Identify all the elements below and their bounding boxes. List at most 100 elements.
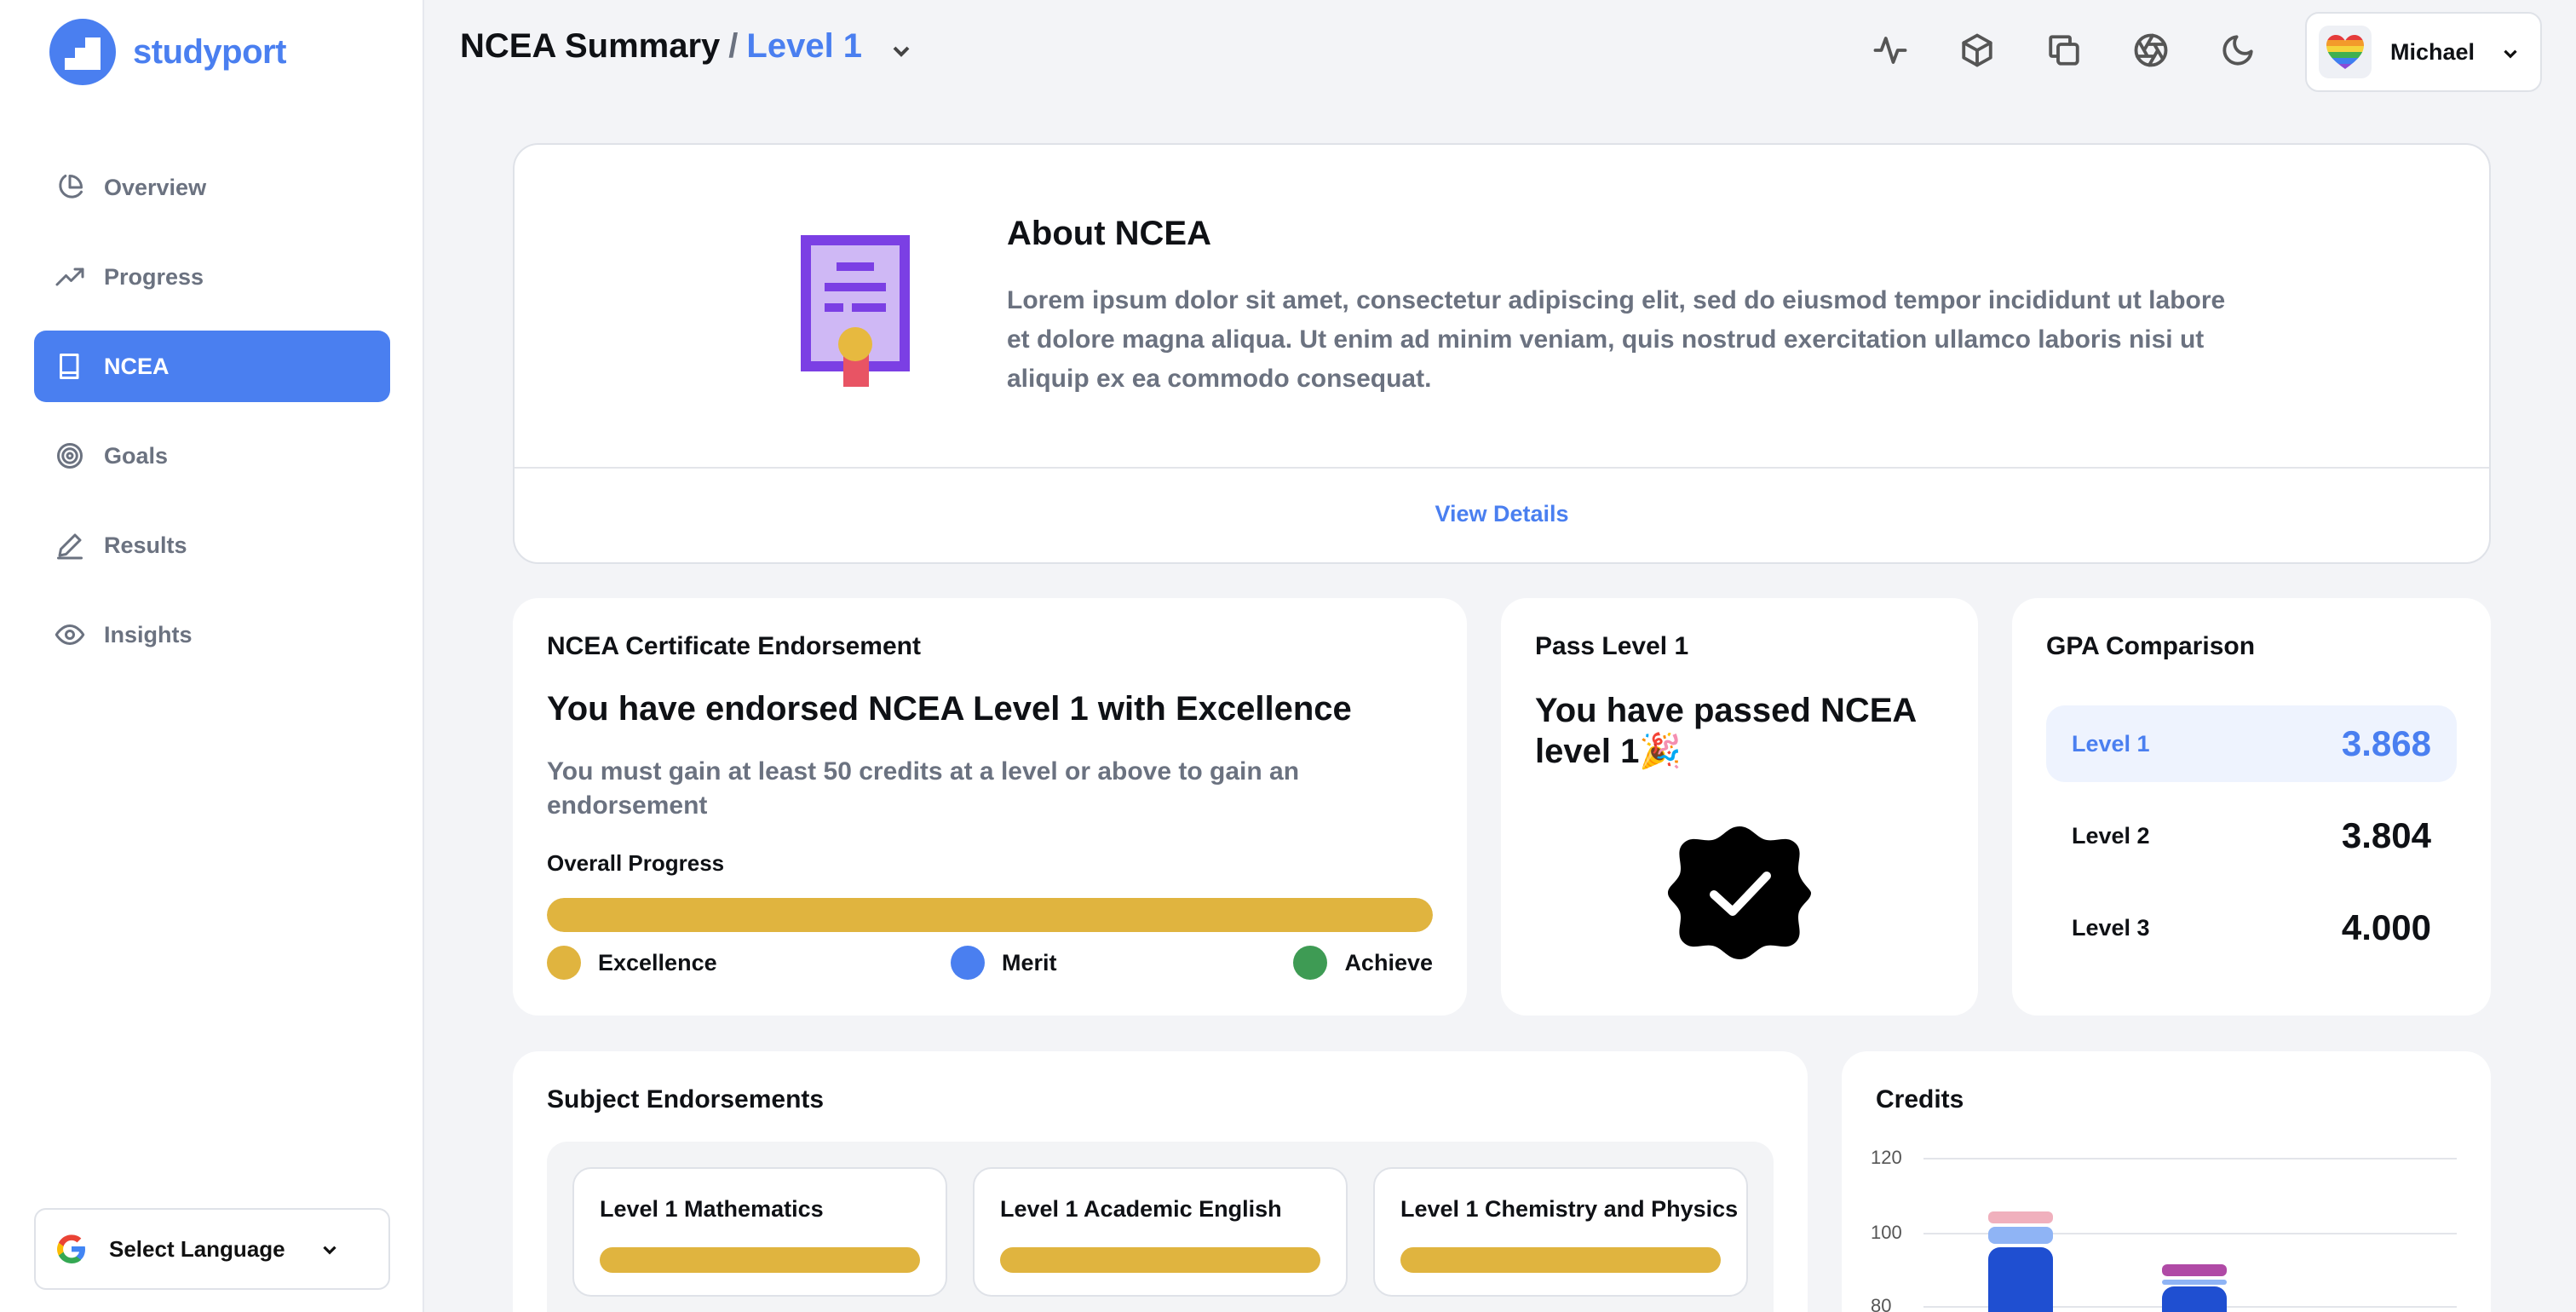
user-name: Michael (2390, 38, 2475, 65)
legend-dot (1293, 946, 1328, 980)
view-details-link[interactable]: View Details (515, 501, 2489, 527)
book-icon (60, 354, 79, 379)
sidebar-item-overview[interactable]: Overview (34, 152, 390, 223)
language-select-label: Select Language (109, 1235, 285, 1262)
y-tick-label: 120 (1871, 1147, 1902, 1168)
card-heading: Subject Endorsements (547, 1085, 825, 1113)
pie-chart-icon (59, 175, 83, 199)
about-title: About NCEA (1007, 215, 1211, 252)
bar-segment-merit (1988, 1227, 2053, 1244)
gpa-row-level-2[interactable]: Level 2 3.804 (2046, 797, 2457, 874)
subject-card-chemistry-physics[interactable]: Level 1 Chemistry and Physics (1373, 1167, 1748, 1297)
bar-segment-merit (2162, 1280, 2227, 1285)
sidebar-item-label: NCEA (104, 353, 170, 379)
card-heading: NCEA Certificate Endorsement (547, 632, 921, 660)
subject-title: Level 1 Chemistry and Physics (1400, 1196, 1739, 1222)
legend-label: Achieve (1344, 949, 1433, 975)
chevron-down-icon (2504, 49, 2517, 59)
card-heading: GPA Comparison (2046, 632, 2256, 660)
about-description: Lorem ipsum dolor sit amet, consectetur … (1007, 286, 2226, 393)
subject-list: Level 1 Mathematics Level 1 Academic Eng… (547, 1142, 1774, 1312)
card-heading: Pass Level 1 (1535, 632, 1689, 660)
legend-dot (547, 946, 581, 980)
subject-progress-bar (1000, 1247, 1320, 1273)
y-tick-label: 100 (1871, 1222, 1902, 1243)
avatar (2319, 26, 2372, 78)
sidebar-item-goals[interactable]: Goals (34, 420, 390, 492)
legend-excellence: Excellence (547, 946, 717, 980)
copy-icon[interactable] (2046, 32, 2082, 68)
gpa-value: 3.804 (2341, 815, 2431, 855)
chevron-down-icon[interactable] (888, 37, 915, 65)
bar-segment-achieve (2162, 1264, 2227, 1276)
about-ncea-card: About NCEA Lorem ipsum dolor sit amet, c… (513, 143, 2491, 564)
pen-icon (57, 533, 83, 560)
sidebar-item-label: Results (104, 532, 187, 558)
box-icon[interactable] (1959, 32, 1995, 68)
certificate-icon (801, 235, 910, 387)
certificate-endorsement-card: NCEA Certificate Endorsement You have en… (513, 598, 1467, 1016)
sidebar-item-results[interactable]: Results (34, 509, 390, 581)
verified-badge-icon (1668, 826, 1811, 959)
subject-progress-bar (600, 1247, 920, 1273)
endorsement-title: You have endorsed NCEA Level 1 with Exce… (547, 690, 1352, 728)
bar-segment-excellence (2162, 1286, 2227, 1312)
subject-card-mathematics[interactable]: Level 1 Mathematics (572, 1167, 947, 1297)
sidebar-item-label: Overview (104, 174, 207, 200)
language-select[interactable]: Select Language (34, 1208, 390, 1290)
chevron-down-icon (323, 1246, 336, 1255)
gpa-row-level-3[interactable]: Level 3 4.000 (2046, 889, 2457, 966)
sidebar-nav: Overview Progress NCEA Goals Results Ins… (34, 152, 390, 688)
level-selector-label[interactable]: Level 1 (746, 27, 862, 66)
overall-progress-label: Overall Progress (547, 850, 725, 876)
brand[interactable]: studyport (49, 19, 286, 85)
legend-label: Merit (1002, 949, 1057, 975)
moon-icon[interactable] (2220, 32, 2256, 68)
sidebar-item-label: Progress (104, 263, 204, 290)
google-icon (57, 1234, 85, 1263)
toolbar (1872, 32, 2256, 68)
bar-segment-excellence (1988, 1247, 2053, 1312)
y-tick-label: 80 (1871, 1295, 1891, 1312)
brand-name: studyport (133, 32, 286, 71)
sidebar-item-ncea[interactable]: NCEA (34, 331, 390, 402)
gpa-label: Level 2 (2072, 822, 2150, 849)
subject-title: Level 1 Academic English (1000, 1196, 1282, 1222)
gpa-label: Level 3 (2072, 914, 2150, 941)
overall-progress-fill (547, 898, 1433, 932)
studyport-logo-icon (49, 19, 116, 85)
overall-progress-bar (547, 898, 1433, 932)
activity-icon[interactable] (1872, 32, 1908, 68)
legend-dot (951, 946, 985, 980)
subject-card-english[interactable]: Level 1 Academic English (973, 1167, 1348, 1297)
rainbow-heart-icon (2326, 35, 2364, 69)
page-title-separator: / (728, 27, 739, 65)
bar-segment-achieve (1988, 1211, 2053, 1223)
page-title: NCEA Summary / Level 1 (460, 27, 862, 66)
pass-title: You have passed NCEA level 1🎉 (1535, 692, 1916, 770)
subject-progress-bar (1400, 1247, 1721, 1273)
sidebar-item-label: Insights (104, 621, 193, 647)
sidebar-item-label: Goals (104, 442, 169, 469)
gpa-label: Level 1 (2072, 730, 2150, 757)
trending-up-icon (55, 268, 84, 286)
gpa-row-level-1[interactable]: Level 1 3.868 (2046, 705, 2457, 782)
user-menu[interactable]: Michael (2305, 12, 2542, 92)
endorsement-subtitle: You must gain at least 50 credits at a l… (547, 757, 1300, 820)
page-title-text: NCEA Summary (460, 27, 721, 65)
sidebar: studyport Overview Progress NCEA Goals R… (0, 0, 424, 1312)
header: NCEA Summary / Level 1 Michael (424, 0, 2576, 104)
gpa-comparison-card: GPA Comparison Level 1 3.868 Level 2 3.8… (2012, 598, 2491, 1016)
legend-achieve: Achieve (1293, 946, 1433, 980)
eye-icon (55, 624, 85, 645)
target-icon (57, 443, 83, 469)
sidebar-item-insights[interactable]: Insights (34, 599, 390, 670)
divider (515, 467, 2489, 469)
credits-card: Credits 120 100 80 (1842, 1051, 2491, 1312)
subject-endorsements-card: Subject Endorsements Level 1 Mathematics… (513, 1051, 1808, 1312)
aperture-icon[interactable] (2133, 32, 2169, 68)
legend-merit: Merit (951, 946, 1057, 980)
sidebar-item-progress[interactable]: Progress (34, 241, 390, 313)
pass-level-card: Pass Level 1 You have passed NCEA level … (1501, 598, 1978, 1016)
subject-title: Level 1 Mathematics (600, 1196, 824, 1222)
